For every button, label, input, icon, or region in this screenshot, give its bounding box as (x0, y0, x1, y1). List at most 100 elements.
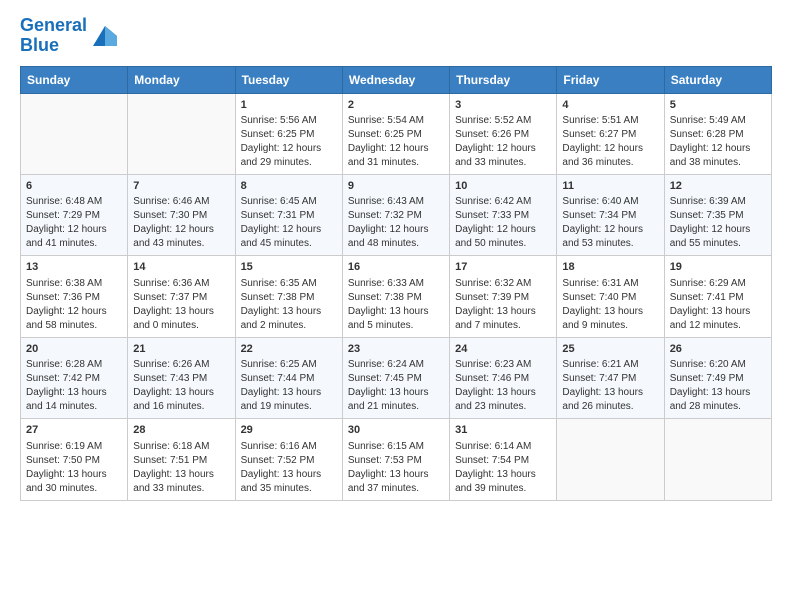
cell-info-line: Sunset: 7:41 PM (670, 291, 766, 305)
cell-info-line: Daylight: 12 hours and 38 minutes. (670, 142, 766, 170)
calendar-cell: 3Sunrise: 5:52 AMSunset: 6:26 PMDaylight… (450, 93, 557, 174)
calendar-cell: 1Sunrise: 5:56 AMSunset: 6:25 PMDaylight… (235, 93, 342, 174)
cell-info-line: Sunset: 6:27 PM (562, 128, 658, 142)
cell-info-line: Sunrise: 6:26 AM (133, 358, 229, 372)
cell-info-line: Sunrise: 6:18 AM (133, 440, 229, 454)
cell-info-line: Sunset: 7:49 PM (670, 372, 766, 386)
day-number: 5 (670, 98, 766, 113)
cell-info-line: Sunset: 7:36 PM (26, 291, 122, 305)
cell-info-line: Daylight: 13 hours and 12 minutes. (670, 305, 766, 333)
day-number: 8 (241, 179, 337, 194)
day-header-friday: Friday (557, 66, 664, 93)
cell-info-line: Sunset: 7:33 PM (455, 209, 551, 223)
day-header-wednesday: Wednesday (342, 66, 449, 93)
calendar-cell: 8Sunrise: 6:45 AMSunset: 7:31 PMDaylight… (235, 174, 342, 255)
cell-info-line: Sunrise: 6:35 AM (241, 277, 337, 291)
calendar-cell: 9Sunrise: 6:43 AMSunset: 7:32 PMDaylight… (342, 174, 449, 255)
cell-info-line: Daylight: 12 hours and 29 minutes. (241, 142, 337, 170)
calendar-cell: 11Sunrise: 6:40 AMSunset: 7:34 PMDayligh… (557, 174, 664, 255)
calendar-cell: 27Sunrise: 6:19 AMSunset: 7:50 PMDayligh… (21, 419, 128, 500)
cell-info-line: Sunset: 6:25 PM (348, 128, 444, 142)
cell-info-line: Sunrise: 6:25 AM (241, 358, 337, 372)
cell-info-line: Daylight: 12 hours and 41 minutes. (26, 223, 122, 251)
calendar-cell: 30Sunrise: 6:15 AMSunset: 7:53 PMDayligh… (342, 419, 449, 500)
calendar-cell: 20Sunrise: 6:28 AMSunset: 7:42 PMDayligh… (21, 337, 128, 418)
cell-info-line: Sunset: 7:45 PM (348, 372, 444, 386)
cell-info-line: Sunset: 7:43 PM (133, 372, 229, 386)
cell-info-line: Sunrise: 6:14 AM (455, 440, 551, 454)
day-header-tuesday: Tuesday (235, 66, 342, 93)
day-number: 18 (562, 260, 658, 275)
cell-info-line: Sunrise: 6:48 AM (26, 195, 122, 209)
day-number: 22 (241, 342, 337, 357)
cell-info-line: Daylight: 13 hours and 26 minutes. (562, 386, 658, 414)
day-number: 24 (455, 342, 551, 357)
day-header-thursday: Thursday (450, 66, 557, 93)
cell-info-line: Sunrise: 6:42 AM (455, 195, 551, 209)
cell-info-line: Sunrise: 5:54 AM (348, 114, 444, 128)
cell-info-line: Sunrise: 6:32 AM (455, 277, 551, 291)
cell-info-line: Sunrise: 5:51 AM (562, 114, 658, 128)
day-number: 23 (348, 342, 444, 357)
calendar-cell: 4Sunrise: 5:51 AMSunset: 6:27 PMDaylight… (557, 93, 664, 174)
cell-info-line: Sunset: 7:38 PM (241, 291, 337, 305)
calendar-table: SundayMondayTuesdayWednesdayThursdayFrid… (20, 66, 772, 501)
week-row-1: 1Sunrise: 5:56 AMSunset: 6:25 PMDaylight… (21, 93, 772, 174)
cell-info-line: Daylight: 13 hours and 33 minutes. (133, 468, 229, 496)
cell-info-line: Daylight: 12 hours and 33 minutes. (455, 142, 551, 170)
cell-info-line: Sunrise: 6:38 AM (26, 277, 122, 291)
calendar-cell: 28Sunrise: 6:18 AMSunset: 7:51 PMDayligh… (128, 419, 235, 500)
cell-info-line: Sunrise: 5:56 AM (241, 114, 337, 128)
calendar-cell: 23Sunrise: 6:24 AMSunset: 7:45 PMDayligh… (342, 337, 449, 418)
cell-info-line: Daylight: 13 hours and 30 minutes. (26, 468, 122, 496)
header: General Blue (20, 16, 772, 56)
cell-info-line: Sunset: 7:37 PM (133, 291, 229, 305)
cell-info-line: Sunrise: 6:40 AM (562, 195, 658, 209)
day-number: 25 (562, 342, 658, 357)
cell-info-line: Daylight: 13 hours and 14 minutes. (26, 386, 122, 414)
day-number: 10 (455, 179, 551, 194)
cell-info-line: Sunrise: 6:21 AM (562, 358, 658, 372)
cell-info-line: Sunset: 7:31 PM (241, 209, 337, 223)
day-number: 26 (670, 342, 766, 357)
day-number: 20 (26, 342, 122, 357)
calendar-cell: 13Sunrise: 6:38 AMSunset: 7:36 PMDayligh… (21, 256, 128, 337)
cell-info-line: Sunset: 7:50 PM (26, 454, 122, 468)
day-number: 30 (348, 423, 444, 438)
cell-info-line: Daylight: 12 hours and 55 minutes. (670, 223, 766, 251)
cell-info-line: Sunset: 7:40 PM (562, 291, 658, 305)
calendar-cell: 2Sunrise: 5:54 AMSunset: 6:25 PMDaylight… (342, 93, 449, 174)
cell-info-line: Daylight: 12 hours and 43 minutes. (133, 223, 229, 251)
logo-text2: Blue (20, 36, 87, 56)
day-number: 21 (133, 342, 229, 357)
cell-info-line: Sunset: 7:47 PM (562, 372, 658, 386)
cell-info-line: Daylight: 13 hours and 9 minutes. (562, 305, 658, 333)
cell-info-line: Daylight: 13 hours and 2 minutes. (241, 305, 337, 333)
cell-info-line: Sunrise: 6:19 AM (26, 440, 122, 454)
day-header-saturday: Saturday (664, 66, 771, 93)
cell-info-line: Daylight: 13 hours and 16 minutes. (133, 386, 229, 414)
cell-info-line: Daylight: 13 hours and 39 minutes. (455, 468, 551, 496)
calendar-cell: 16Sunrise: 6:33 AMSunset: 7:38 PMDayligh… (342, 256, 449, 337)
cell-info-line: Daylight: 12 hours and 50 minutes. (455, 223, 551, 251)
cell-info-line: Daylight: 12 hours and 36 minutes. (562, 142, 658, 170)
calendar-cell: 5Sunrise: 5:49 AMSunset: 6:28 PMDaylight… (664, 93, 771, 174)
calendar-cell: 31Sunrise: 6:14 AMSunset: 7:54 PMDayligh… (450, 419, 557, 500)
day-number: 15 (241, 260, 337, 275)
cell-info-line: Sunrise: 5:49 AM (670, 114, 766, 128)
day-number: 6 (26, 179, 122, 194)
cell-info-line: Sunset: 7:54 PM (455, 454, 551, 468)
calendar-cell: 15 Sunrise: 6:35 AMSunset: 7:38 PMDayligh… (235, 256, 342, 337)
calendar-cell: 6Sunrise: 6:48 AMSunset: 7:29 PMDaylight… (21, 174, 128, 255)
cell-info-line: Daylight: 13 hours and 35 minutes. (241, 468, 337, 496)
cell-info-line: Sunrise: 6:46 AM (133, 195, 229, 209)
calendar-cell: 26Sunrise: 6:20 AMSunset: 7:49 PMDayligh… (664, 337, 771, 418)
day-number: 12 (670, 179, 766, 194)
calendar-cell: 10Sunrise: 6:42 AMSunset: 7:33 PMDayligh… (450, 174, 557, 255)
cell-info-line: Sunrise: 6:43 AM (348, 195, 444, 209)
cell-info-line: Sunrise: 6:36 AM (133, 277, 229, 291)
calendar-cell: 29Sunrise: 6:16 AMSunset: 7:52 PMDayligh… (235, 419, 342, 500)
week-row-5: 27Sunrise: 6:19 AMSunset: 7:50 PMDayligh… (21, 419, 772, 500)
calendar-cell (128, 93, 235, 174)
day-number: 29 (241, 423, 337, 438)
